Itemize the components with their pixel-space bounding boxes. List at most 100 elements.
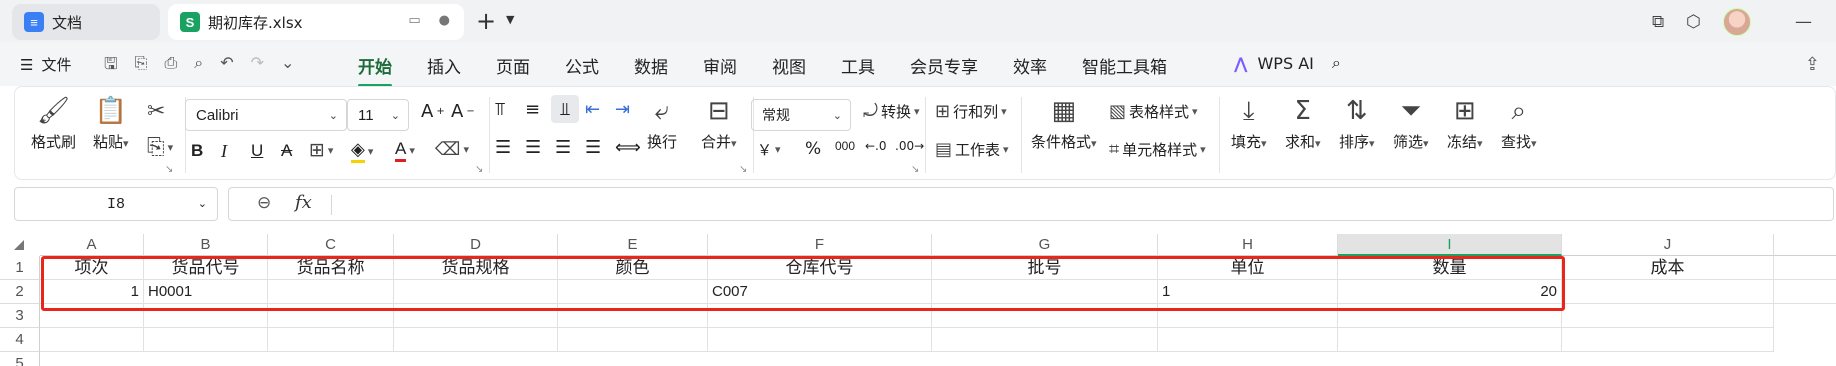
minimize-icon[interactable]: — (1795, 12, 1812, 32)
cell-e1[interactable]: 颜色 (558, 256, 708, 280)
copy-button[interactable]: ⎘ ▾ (147, 135, 173, 160)
formula-bar[interactable]: ⊖ fx (228, 187, 1834, 221)
alignment-expand-icon[interactable]: ↘ (739, 164, 747, 175)
cell-a4[interactable] (40, 328, 144, 352)
row-header-3[interactable]: 3 (0, 304, 40, 328)
cell-j2[interactable] (1562, 280, 1774, 304)
conditional-format-button[interactable]: ▦ 条件格式▾ (1031, 97, 1097, 152)
print-preview-icon[interactable]: ⌕ (194, 53, 203, 80)
font-name-select[interactable]: Calibri ⌄ (185, 99, 347, 131)
cell-f4[interactable] (708, 328, 932, 352)
column-header-d[interactable]: D (394, 234, 558, 256)
cell-f1[interactable]: 仓库代号 (708, 256, 932, 280)
row-header-1[interactable]: 1 (0, 256, 40, 280)
justify-button[interactable]: ☰ (585, 137, 601, 158)
wps-ai-button[interactable]: ⋀ WPS AI ⌕ (1234, 53, 1341, 73)
bold-button[interactable]: B (191, 141, 203, 161)
decrease-decimal-button[interactable]: .00→ (895, 139, 924, 153)
new-tab-plus-icon[interactable]: + (476, 7, 496, 35)
zoom-magnifier-icon[interactable]: ⊖ (257, 193, 271, 213)
cell-d4[interactable] (394, 328, 558, 352)
convert-button[interactable]: ⤾ 转换 ▾ (863, 101, 920, 122)
column-header-f[interactable]: F (708, 234, 932, 256)
tab-data[interactable]: 数据 (634, 53, 668, 78)
row-col-button[interactable]: ⊞ 行和列 ▾ (935, 101, 1007, 122)
column-header-c[interactable]: C (268, 234, 394, 256)
cell-k1[interactable] (1774, 256, 1836, 280)
align-middle-button[interactable]: ≡ (525, 99, 540, 120)
row-header-2[interactable]: 2 (0, 280, 40, 304)
cube-icon[interactable]: ⬡ (1686, 12, 1701, 32)
cell-g1[interactable]: 批号 (932, 256, 1158, 280)
cell-e3[interactable] (558, 304, 708, 328)
window-copy-icon[interactable]: ⧉ (1652, 12, 1664, 32)
cell-style-button[interactable]: ⌗ 单元格样式 ▾ (1109, 139, 1206, 160)
align-left-button[interactable]: ☰ (495, 137, 511, 158)
cloud-upload-icon[interactable]: ⇪ (1805, 54, 1820, 75)
percent-button[interactable]: % (805, 139, 821, 159)
sum-button[interactable]: Σ 求和▾ (1285, 97, 1321, 152)
thousands-button[interactable]: 000 (835, 139, 855, 153)
column-header-e[interactable]: E (558, 234, 708, 256)
tab-formulas[interactable]: 公式 (565, 53, 599, 78)
column-header-g[interactable]: G (932, 234, 1158, 256)
align-bottom-button[interactable]: ⫫ (551, 95, 579, 123)
distribute-button[interactable]: ⟺ (615, 137, 641, 158)
column-header-a[interactable]: A (40, 234, 144, 256)
column-header-h[interactable]: H (1158, 234, 1338, 256)
redo-icon[interactable]: ↷ (251, 53, 264, 80)
fill-button[interactable]: ⤓ 填充▾ (1231, 97, 1267, 152)
search-icon[interactable]: ⌕ (1332, 53, 1341, 73)
cell-b2[interactable]: H0001 (144, 280, 268, 304)
monitor-icon[interactable]: ▭ (408, 13, 420, 28)
chevron-down-icon[interactable]: ▼ (506, 13, 514, 26)
increase-indent-button[interactable]: ⇥ (615, 99, 630, 120)
cell-b3[interactable] (144, 304, 268, 328)
cell-a1[interactable]: 项次 (40, 256, 144, 280)
sort-button[interactable]: ⇅ 排序▾ (1339, 97, 1375, 152)
cut-button[interactable]: ✂ (147, 99, 165, 124)
cell-c1[interactable]: 货品名称 (268, 256, 394, 280)
cell-f2[interactable]: C007 (708, 280, 932, 304)
column-header-j[interactable]: J (1562, 234, 1774, 256)
save-icon[interactable]: 🖫 (104, 53, 118, 80)
number-format-select[interactable]: 常规 ⌄ (751, 99, 851, 131)
tab-review[interactable]: 审阅 (703, 53, 737, 78)
column-header-i[interactable]: I (1338, 234, 1562, 256)
cell-c2[interactable] (268, 280, 394, 304)
cell-i1[interactable]: 数量 (1338, 256, 1562, 280)
file-menu[interactable]: ☰ 文件 (20, 54, 71, 75)
italic-button[interactable]: I (221, 141, 227, 162)
cell-a3[interactable] (40, 304, 144, 328)
cell-j1[interactable]: 成本 (1562, 256, 1774, 280)
wrap-text-button[interactable]: ⤶ 换行 (647, 97, 677, 152)
row-header-5[interactable]: 5 (0, 352, 40, 366)
tab-spreadsheet[interactable]: S 期初库存.xlsx ▭ ● (168, 4, 464, 40)
fill-color-button[interactable]: ◈ ▾ (351, 139, 373, 163)
tab-tools[interactable]: 工具 (841, 53, 875, 78)
cell-i4[interactable] (1338, 328, 1562, 352)
cell-i3[interactable] (1338, 304, 1562, 328)
tab-smart-tools[interactable]: 智能工具箱 (1082, 53, 1167, 78)
cell-k2[interactable] (1774, 280, 1836, 304)
column-header-k[interactable] (1774, 234, 1836, 256)
cell-h2[interactable]: 1 (1158, 280, 1338, 304)
worksheet-button[interactable]: ▤ 工作表 ▾ (935, 139, 1009, 160)
cell-d3[interactable] (394, 304, 558, 328)
increase-decimal-button[interactable]: ←.0 (865, 139, 887, 153)
table-style-button[interactable]: ▧ 表格样式 ▾ (1109, 101, 1198, 122)
freeze-button[interactable]: ⊞ 冻结▾ (1447, 97, 1483, 152)
align-right-button[interactable]: ☰ (555, 137, 571, 158)
tab-insert[interactable]: 插入 (427, 53, 461, 78)
cell-e4[interactable] (558, 328, 708, 352)
decrease-indent-button[interactable]: ⇤ (585, 99, 600, 120)
cell-h1[interactable]: 单位 (1158, 256, 1338, 280)
avatar[interactable] (1723, 8, 1751, 36)
cell-g2[interactable] (932, 280, 1158, 304)
strikethrough-button[interactable]: A (281, 141, 292, 161)
print-icon[interactable]: ⎙ (164, 53, 177, 80)
number-expand-icon[interactable]: ↘ (911, 164, 919, 175)
cell-c4[interactable] (268, 328, 394, 352)
cell-i2[interactable]: 20 (1338, 280, 1562, 304)
unsaved-dot-icon[interactable]: ● (439, 13, 450, 28)
